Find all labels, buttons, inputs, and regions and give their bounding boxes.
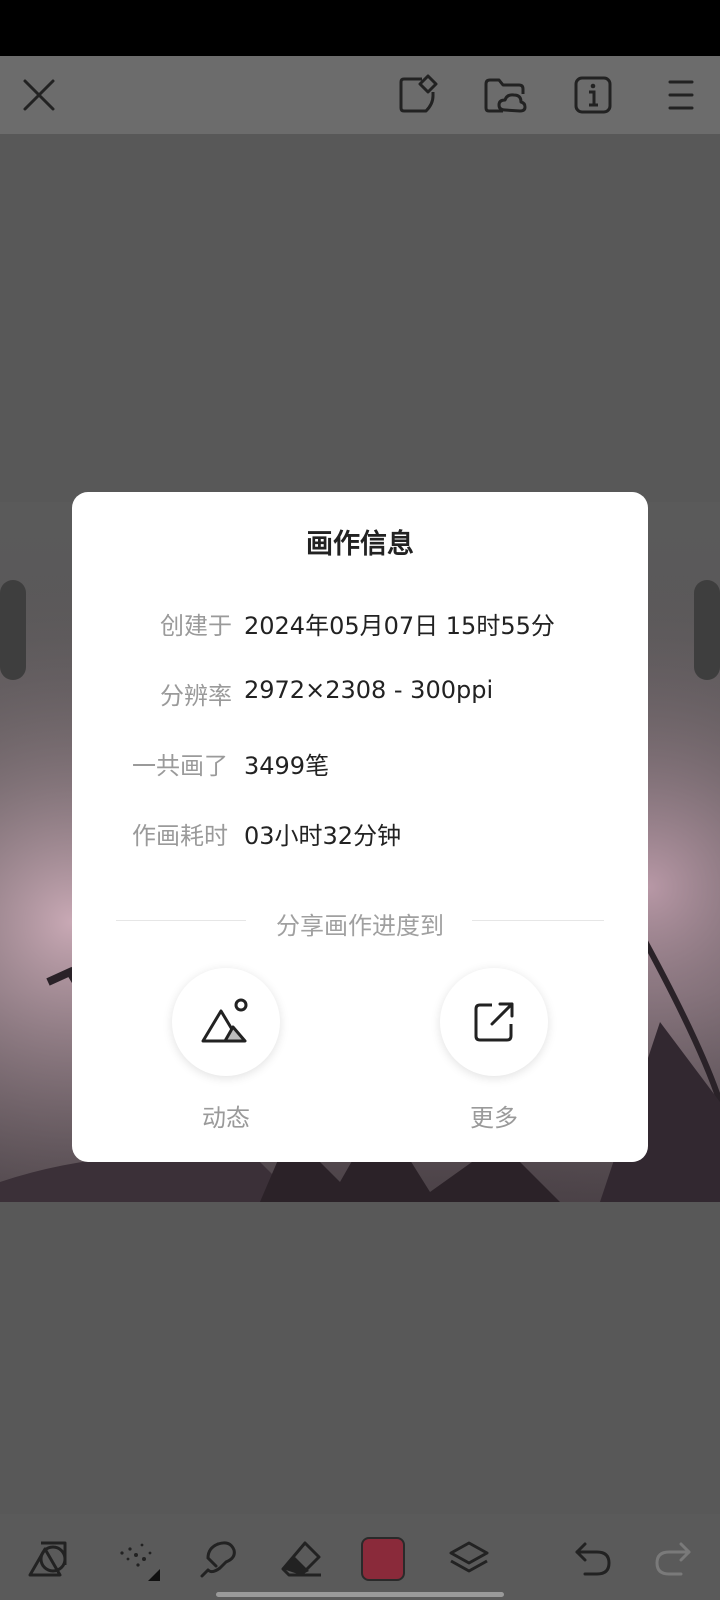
share-moments-button[interactable] [172,968,280,1076]
undo-icon [575,1542,611,1576]
home-indicator[interactable] [216,1592,504,1597]
info-label-strokes: 一共画了 [132,752,228,780]
info-icon [574,76,612,114]
top-toolbar [0,56,720,134]
redo-icon [655,1542,691,1576]
share-moments-label: 动态 [202,1104,250,1132]
info-label-duration: 作画耗时 [132,822,228,850]
info-value-created: 2024年05月07日 15时55分 [244,612,555,640]
share-caption: 分享画作进度到 [276,912,444,940]
eraser-icon [281,1541,321,1577]
left-panel-handle[interactable] [0,580,26,680]
close-icon [23,79,55,111]
shape-icon [28,1541,67,1577]
info-row-duration: 作画耗时 03小时32分钟 [72,814,648,850]
mountain-image-icon [201,998,248,1043]
cloud-folder-button[interactable] [480,70,530,120]
info-label-created: 创建于 [160,612,232,640]
close-button[interactable] [14,70,64,120]
cloud-folder-icon [484,78,527,113]
sticker-icon [399,74,438,113]
bottom-toolbar [0,1514,720,1600]
eraser-tool-button[interactable] [276,1534,326,1584]
share-more-button[interactable] [440,968,548,1076]
artwork-info-dialog: 画作信息 创建于 2024年05月07日 15时55分 分辨率 2972×230… [72,492,648,1162]
shape-tool-button[interactable] [24,1534,74,1584]
layers-button[interactable] [444,1534,494,1584]
info-value-resolution: 2972×2308 - 300ppi [244,676,494,704]
menu-icon [668,80,694,110]
sticker-button[interactable] [392,70,442,120]
share-more-label: 更多 [470,1104,518,1132]
dialog-title: 画作信息 [306,529,414,560]
info-value-strokes: 3499笔 [244,752,330,780]
current-color-swatch [361,1537,405,1581]
brush-scatter-icon [120,1543,160,1581]
info-row-resolution: 分辨率 2972×2308 - 300ppi [72,674,648,710]
smudge-icon [200,1541,236,1578]
undo-button[interactable] [568,1534,618,1584]
right-panel-handle[interactable] [694,580,720,680]
info-row-created: 创建于 2024年05月07日 15时55分 [72,604,648,640]
color-picker-button[interactable] [358,1534,408,1584]
scatter-brush-button[interactable] [112,1534,162,1584]
info-button[interactable] [568,70,618,120]
menu-button[interactable] [656,70,706,120]
status-bar [0,0,720,56]
info-label-resolution: 分辨率 [160,682,232,710]
info-row-strokes: 一共画了 3499笔 [72,744,648,780]
smudge-tool-button[interactable] [192,1534,242,1584]
redo-button[interactable] [648,1534,698,1584]
external-share-icon [474,1002,514,1042]
layers-icon [449,1541,489,1573]
info-value-duration: 03小时32分钟 [244,822,402,850]
